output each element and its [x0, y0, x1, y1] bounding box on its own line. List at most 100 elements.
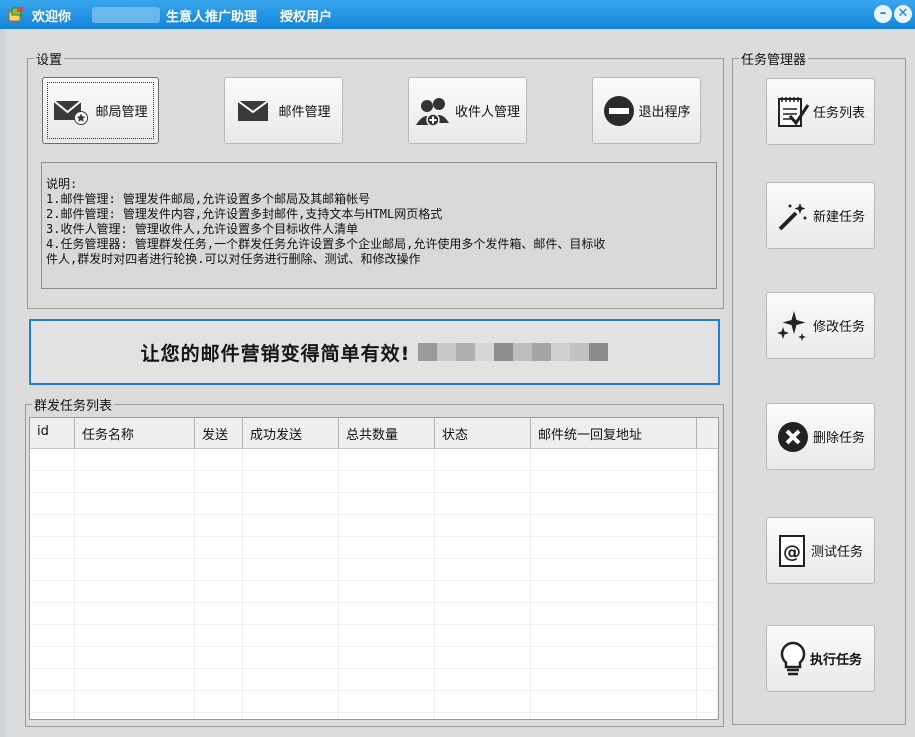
table-row[interactable]: [30, 713, 718, 719]
task-list-button[interactable]: 任务列表: [766, 78, 875, 145]
table-cell: [435, 625, 531, 646]
table-cell: [30, 625, 75, 646]
task-list-label: 任务列表: [812, 106, 865, 121]
table-body: [30, 449, 718, 719]
table-cell: [195, 559, 243, 580]
delete-task-button[interactable]: 删除任务: [766, 403, 875, 470]
title-bar: 欢迎你 生意人推广助理 授权用户 – ✕: [0, 0, 915, 29]
table-row[interactable]: [30, 449, 718, 471]
table-cell: [435, 537, 531, 558]
column-header-success[interactable]: 成功发送: [243, 418, 339, 448]
table-cell: [531, 581, 697, 602]
table-cell: [243, 669, 339, 690]
table-cell: [75, 713, 195, 719]
table-cell: [339, 537, 435, 558]
table-cell: [30, 515, 75, 536]
modify-task-label: 修改任务: [812, 320, 865, 335]
table-cell: [195, 647, 243, 668]
table-row[interactable]: [30, 471, 718, 493]
table-cell: [30, 603, 75, 624]
table-cell: [531, 537, 697, 558]
table-cell: [339, 603, 435, 624]
column-header-reply-address[interactable]: 邮件统一回复地址: [531, 418, 697, 448]
window-edge: [0, 29, 5, 737]
redacted-username: [92, 7, 160, 23]
execute-task-button[interactable]: 执行任务: [766, 625, 875, 692]
test-task-button[interactable]: @ 测试任务: [766, 517, 875, 584]
table-cell: [243, 537, 339, 558]
column-header-id[interactable]: id: [30, 418, 75, 448]
table-row[interactable]: [30, 625, 718, 647]
table-cell: [339, 669, 435, 690]
table-cell: [30, 647, 75, 668]
delete-task-label: 删除任务: [812, 431, 865, 446]
table-cell: [243, 713, 339, 719]
mail-server-manage-button[interactable]: 邮局管理: [42, 77, 159, 144]
column-header-task-name[interactable]: 任务名称: [75, 418, 195, 448]
table-cell: [339, 515, 435, 536]
description-line: 3.收件人管理: 管理收件人,允许设置多个目标收件人清单: [46, 222, 359, 236]
table-cell: [30, 581, 75, 602]
description-line: 1.邮件管理: 管理发件邮局,允许设置多个邮局及其邮箱帐号: [46, 192, 371, 206]
table-row[interactable]: [30, 493, 718, 515]
table-cell: [697, 603, 718, 624]
table-cell: [243, 449, 339, 470]
table-cell: [75, 647, 195, 668]
table-cell: [195, 471, 243, 492]
table-cell: [339, 713, 435, 719]
mail-server-manage-label: 邮局管理: [95, 105, 148, 120]
table-row[interactable]: [30, 647, 718, 669]
table-cell: [30, 471, 75, 492]
table-cell: [75, 559, 195, 580]
table-cell: [339, 581, 435, 602]
table-cell: [531, 559, 697, 580]
table-row[interactable]: [30, 559, 718, 581]
table-cell: [75, 625, 195, 646]
table-row[interactable]: [30, 581, 718, 603]
table-row[interactable]: [30, 537, 718, 559]
table-row[interactable]: [30, 669, 718, 691]
table-cell: [75, 493, 195, 514]
table-cell: [339, 647, 435, 668]
table-cell: [697, 647, 718, 668]
column-header-total[interactable]: 总共数量: [339, 418, 435, 448]
new-task-button[interactable]: 新建任务: [766, 182, 875, 249]
table-cell: [697, 515, 718, 536]
description-line: 件人,群发时对四者进行轮换.可以对任务进行删除、测试、和修改操作: [46, 252, 421, 266]
table-cell: [30, 691, 75, 712]
table-cell: [243, 493, 339, 514]
modify-task-button[interactable]: 修改任务: [766, 292, 875, 359]
title-license: 授权用户: [280, 10, 333, 25]
title-prefix: 欢迎你: [32, 10, 72, 25]
table-cell: [75, 449, 195, 470]
table-row[interactable]: [30, 603, 718, 625]
x-circle-icon: [776, 420, 810, 454]
table-cell: [531, 449, 697, 470]
table-cell: [339, 449, 435, 470]
table-cell: [697, 669, 718, 690]
table-cell: [243, 625, 339, 646]
close-button[interactable]: ✕: [894, 5, 912, 23]
app-icon: [8, 7, 23, 22]
table-cell: [435, 471, 531, 492]
table-cell: [435, 581, 531, 602]
table-cell: [697, 559, 718, 580]
mail-content-manage-button[interactable]: 邮件管理: [224, 77, 343, 144]
table-cell: [243, 471, 339, 492]
table-cell: [435, 647, 531, 668]
recipient-manage-button[interactable]: 收件人管理: [408, 77, 527, 144]
table-cell: [339, 559, 435, 580]
table-cell: [195, 691, 243, 712]
task-table[interactable]: id 任务名称 发送 成功发送 总共数量 状态 邮件统一回复地址: [29, 417, 719, 720]
exit-program-button[interactable]: 退出程序: [592, 77, 701, 144]
minimize-button[interactable]: –: [874, 5, 892, 23]
table-cell: [339, 493, 435, 514]
table-cell: [531, 647, 697, 668]
table-row[interactable]: [30, 691, 718, 713]
magic-wand-icon: [776, 199, 810, 233]
table-row[interactable]: [30, 515, 718, 537]
column-header-send[interactable]: 发送: [195, 418, 243, 448]
table-cell: [435, 515, 531, 536]
task-list-legend: 群发任务列表: [34, 399, 113, 414]
column-header-status[interactable]: 状态: [435, 418, 531, 448]
